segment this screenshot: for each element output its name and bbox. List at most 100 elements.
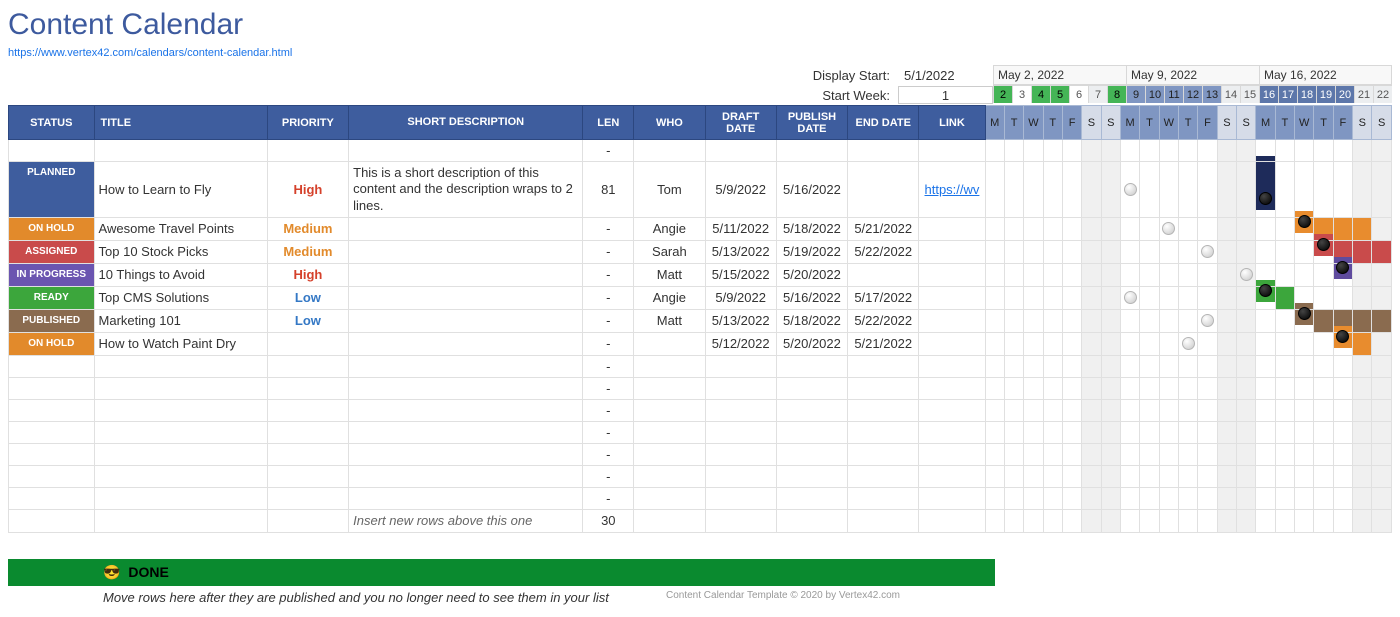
col-title[interactable]: TITLE bbox=[94, 106, 267, 140]
cell-description[interactable] bbox=[349, 377, 583, 399]
cell-priority[interactable] bbox=[267, 377, 348, 399]
cell-status[interactable] bbox=[9, 465, 95, 487]
cell-publish-date[interactable]: 5/18/2022 bbox=[776, 217, 847, 240]
cell-draft-date[interactable]: 5/13/2022 bbox=[705, 240, 776, 263]
cell-len[interactable]: - bbox=[583, 421, 634, 443]
cell-publish-date[interactable] bbox=[776, 443, 847, 465]
cell-len[interactable]: - bbox=[583, 240, 634, 263]
cell-publish-date[interactable] bbox=[776, 487, 847, 509]
cell-len[interactable]: - bbox=[583, 217, 634, 240]
cell-who[interactable] bbox=[634, 140, 705, 162]
cell-who[interactable] bbox=[634, 399, 705, 421]
cell-who[interactable] bbox=[634, 509, 705, 532]
cell-link[interactable] bbox=[919, 263, 985, 286]
cell-title[interactable]: Top CMS Solutions bbox=[94, 286, 267, 309]
table-row[interactable]: Insert new rows above this one30 bbox=[9, 509, 1392, 532]
cell-publish-date[interactable] bbox=[776, 377, 847, 399]
cell-description[interactable] bbox=[349, 487, 583, 509]
cell-draft-date[interactable] bbox=[705, 465, 776, 487]
cell-status[interactable] bbox=[9, 140, 95, 162]
cell-end-date[interactable] bbox=[848, 465, 919, 487]
cell-who[interactable] bbox=[634, 443, 705, 465]
cell-status[interactable] bbox=[9, 443, 95, 465]
col-len[interactable]: LEN bbox=[583, 106, 634, 140]
cell-link[interactable] bbox=[919, 465, 985, 487]
cell-publish-date[interactable]: 5/16/2022 bbox=[776, 162, 847, 218]
table-row[interactable]: ASSIGNEDTop 10 Stock PicksMedium-Sarah5/… bbox=[9, 240, 1392, 263]
cell-description[interactable] bbox=[349, 332, 583, 355]
cell-link[interactable]: https://wv bbox=[919, 162, 985, 218]
cell-end-date[interactable] bbox=[848, 140, 919, 162]
cell-description[interactable] bbox=[349, 286, 583, 309]
cell-publish-date[interactable] bbox=[776, 399, 847, 421]
cell-priority[interactable] bbox=[267, 332, 348, 355]
cell-publish-date[interactable]: 5/19/2022 bbox=[776, 240, 847, 263]
cell-draft-date[interactable]: 5/11/2022 bbox=[705, 217, 776, 240]
cell-priority[interactable] bbox=[267, 443, 348, 465]
cell-priority[interactable] bbox=[267, 421, 348, 443]
cell-publish-date[interactable] bbox=[776, 355, 847, 377]
cell-who[interactable]: Angie bbox=[634, 286, 705, 309]
table-row[interactable]: READYTop CMS SolutionsLow-Angie5/9/20225… bbox=[9, 286, 1392, 309]
cell-end-date[interactable] bbox=[848, 355, 919, 377]
cell-len[interactable]: - bbox=[583, 309, 634, 332]
cell-priority[interactable] bbox=[267, 399, 348, 421]
cell-status[interactable]: IN PROGRESS bbox=[9, 263, 95, 286]
cell-link[interactable] bbox=[919, 421, 985, 443]
col-link[interactable]: LINK bbox=[919, 106, 985, 140]
cell-status[interactable] bbox=[9, 509, 95, 532]
cell-end-date[interactable]: 5/22/2022 bbox=[848, 309, 919, 332]
cell-status[interactable]: ON HOLD bbox=[9, 217, 95, 240]
table-row[interactable]: - bbox=[9, 140, 1392, 162]
cell-status[interactable]: ON HOLD bbox=[9, 332, 95, 355]
cell-priority[interactable] bbox=[267, 509, 348, 532]
cell-draft-date[interactable] bbox=[705, 487, 776, 509]
cell-who[interactable] bbox=[634, 377, 705, 399]
cell-len[interactable]: 81 bbox=[583, 162, 634, 218]
cell-description[interactable]: Insert new rows above this one bbox=[349, 509, 583, 532]
cell-len[interactable]: - bbox=[583, 377, 634, 399]
cell-len[interactable]: - bbox=[583, 487, 634, 509]
table-row[interactable]: - bbox=[9, 465, 1392, 487]
cell-status[interactable] bbox=[9, 421, 95, 443]
col-who[interactable]: WHO bbox=[634, 106, 705, 140]
cell-title[interactable]: Awesome Travel Points bbox=[94, 217, 267, 240]
cell-publish-date[interactable]: 5/16/2022 bbox=[776, 286, 847, 309]
cell-len[interactable]: - bbox=[583, 263, 634, 286]
cell-end-date[interactable]: 5/22/2022 bbox=[848, 240, 919, 263]
cell-title[interactable]: 10 Things to Avoid bbox=[94, 263, 267, 286]
cell-title[interactable] bbox=[94, 509, 267, 532]
cell-priority[interactable] bbox=[267, 487, 348, 509]
cell-priority[interactable]: Low bbox=[267, 309, 348, 332]
source-link[interactable]: https://www.vertex42.com/calendars/conte… bbox=[8, 47, 292, 59]
cell-description[interactable]: This is a short description of this cont… bbox=[349, 162, 583, 218]
cell-end-date[interactable] bbox=[848, 162, 919, 218]
cell-title[interactable] bbox=[94, 443, 267, 465]
cell-link[interactable] bbox=[919, 240, 985, 263]
cell-priority[interactable]: High bbox=[267, 263, 348, 286]
cell-draft-date[interactable] bbox=[705, 377, 776, 399]
cell-publish-date[interactable] bbox=[776, 465, 847, 487]
cell-draft-date[interactable]: 5/9/2022 bbox=[705, 286, 776, 309]
cell-draft-date[interactable]: 5/13/2022 bbox=[705, 309, 776, 332]
table-row[interactable]: - bbox=[9, 399, 1392, 421]
cell-priority[interactable] bbox=[267, 140, 348, 162]
cell-draft-date[interactable] bbox=[705, 509, 776, 532]
cell-end-date[interactable]: 5/17/2022 bbox=[848, 286, 919, 309]
cell-len[interactable]: - bbox=[583, 355, 634, 377]
cell-title[interactable] bbox=[94, 487, 267, 509]
cell-priority[interactable]: Low bbox=[267, 286, 348, 309]
table-row[interactable]: PLANNEDHow to Learn to FlyHighThis is a … bbox=[9, 162, 1392, 218]
cell-link[interactable] bbox=[919, 443, 985, 465]
cell-who[interactable]: Tom bbox=[634, 162, 705, 218]
cell-status[interactable]: PLANNED bbox=[9, 162, 95, 218]
cell-description[interactable] bbox=[349, 140, 583, 162]
cell-end-date[interactable] bbox=[848, 443, 919, 465]
cell-who[interactable]: Angie bbox=[634, 217, 705, 240]
cell-len[interactable]: - bbox=[583, 443, 634, 465]
cell-status[interactable]: ASSIGNED bbox=[9, 240, 95, 263]
cell-publish-date[interactable]: 5/20/2022 bbox=[776, 263, 847, 286]
cell-who[interactable]: Sarah bbox=[634, 240, 705, 263]
start-week-input[interactable]: 1 bbox=[898, 86, 993, 104]
cell-publish-date[interactable] bbox=[776, 509, 847, 532]
